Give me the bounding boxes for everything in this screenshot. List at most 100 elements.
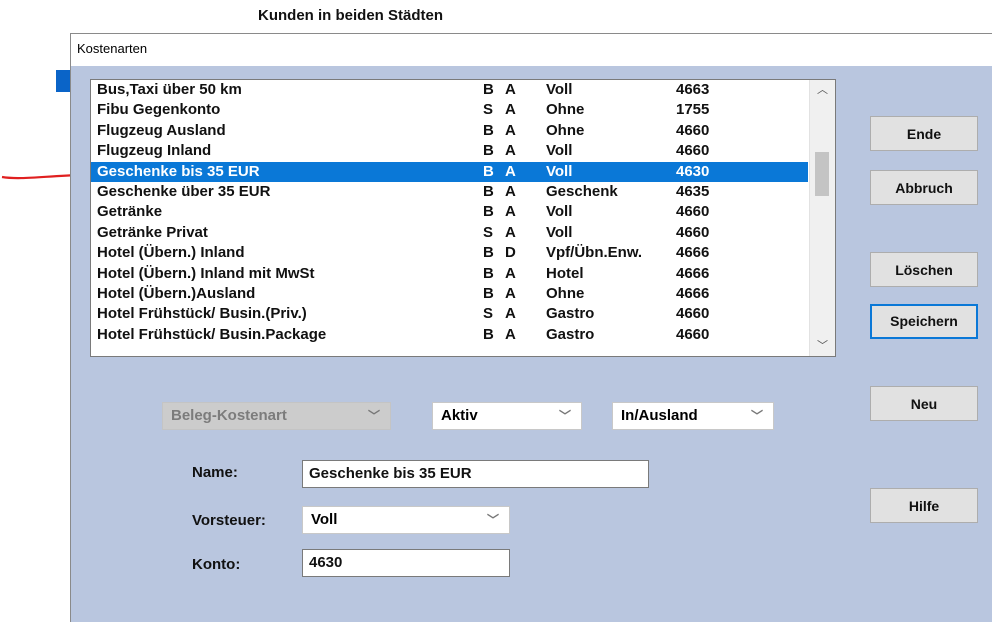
name-input[interactable]: Geschenke bis 35 EUR <box>302 460 649 488</box>
belegart-dropdown: Beleg-Kostenart ﹀ <box>162 402 391 430</box>
list-cell-k: 4660 <box>676 305 710 323</box>
list-cell-t: B <box>483 121 494 139</box>
list-item[interactable]: Getränke B A Voll 4660 <box>91 202 808 222</box>
list-cell-k: 4660 <box>676 223 710 241</box>
chevron-down-icon: ﹀ <box>486 513 499 527</box>
list-cell-t: B <box>483 264 494 282</box>
chevron-down-icon: ﹀ <box>367 409 380 423</box>
list-cell-name: Fibu Gegenkonto <box>97 101 221 119</box>
chevron-down-icon: ﹀ <box>558 409 571 423</box>
list-cell-t: S <box>483 101 494 119</box>
list-cell-s: A <box>505 305 516 323</box>
list-cell-v: Voll <box>546 162 573 180</box>
list-cell-t: S <box>483 223 494 241</box>
list-cell-v: Ohne <box>546 121 585 139</box>
list-cell-v: Voll <box>546 142 573 160</box>
name-label: Name: <box>192 464 238 481</box>
list-cell-k: 4666 <box>676 285 710 302</box>
region-dropdown[interactable]: In/Ausland ﹀ <box>612 402 774 430</box>
list-cell-v: Vpf/Übn.Enw. <box>546 244 643 262</box>
list-cell-name: Bus,Taxi über 50 km <box>97 81 242 98</box>
background-blue-tab <box>56 70 70 92</box>
list-item[interactable]: Hotel Frühstück/ Busin.(Priv.) S A Gastro 46… <box>91 304 808 324</box>
list-cell-k: 4660 <box>676 203 710 221</box>
list-item[interactable]: Hotel (Übern.) Inland B D Vpf/Übn.Enw. 4666 <box>91 243 808 263</box>
list-cell-v: Voll <box>546 223 573 241</box>
list-cell-k: 4630 <box>676 162 710 180</box>
ende-button[interactable]: Ende <box>870 116 978 151</box>
list-cell-k: 1755 <box>676 101 710 119</box>
status-value: Aktiv <box>441 407 478 424</box>
background-title: Kunden in beiden Städten <box>258 7 444 24</box>
konto-input[interactable]: 4630 <box>302 549 510 577</box>
list-cell-k: 4635 <box>676 183 710 200</box>
list-cell-k: 4666 <box>676 264 710 282</box>
list-cell-t: B <box>483 142 494 160</box>
list-cell-s: A <box>505 223 516 241</box>
list-cell-v: Ohne <box>546 285 585 302</box>
list-cell-s: A <box>505 162 516 180</box>
list-cell-k: 4666 <box>676 244 710 262</box>
list-cell-s: A <box>505 264 516 282</box>
vorsteuer-dropdown[interactable]: Voll ﹀ <box>302 506 510 534</box>
list-cell-t: B <box>483 325 494 343</box>
hilfe-button[interactable]: Hilfe <box>870 488 978 523</box>
list-cell-name: Getränke Privat <box>97 223 208 241</box>
list-cell-name: Hotel Frühstück/ Busin.Package <box>97 325 327 343</box>
list-item[interactable]: Fibu Gegenkonto S A Ohne 1755 <box>91 100 808 120</box>
list-cell-name: Flugzeug Ausland <box>97 121 226 139</box>
status-dropdown[interactable]: Aktiv ﹀ <box>432 402 582 430</box>
list-cell-k: 4660 <box>676 121 710 139</box>
list-item[interactable]: Bus,Taxi über 50 km B A Voll 4663 <box>91 80 808 100</box>
list-item[interactable]: Flugzeug Inland B A Voll 4660 <box>91 141 808 161</box>
list-cell-name: Hotel Frühstück/ Busin.(Priv.) <box>97 305 307 323</box>
list-cell-t: B <box>483 285 494 302</box>
list-cell-s: A <box>505 203 516 221</box>
list-item[interactable]: Getränke Privat S A Voll 4660 <box>91 223 808 243</box>
konto-label: Konto: <box>192 556 241 573</box>
abbruch-button[interactable]: Abbruch <box>870 170 978 205</box>
list-cell-v: Gastro <box>546 305 595 323</box>
vorsteuer-value: Voll <box>311 511 338 528</box>
list-cell-name: Getränke <box>97 203 163 221</box>
list-cell-s: A <box>505 183 516 200</box>
list-item[interactable]: Hotel Frühstück/ Busin.Package B A Gastro 46… <box>91 325 808 345</box>
list-cell-v: Gastro <box>546 325 595 343</box>
list-cell-s: A <box>505 81 516 98</box>
list-item[interactable]: Hotel (Übern.) Inland mit MwSt B A Hotel 466… <box>91 264 808 284</box>
loeschen-button[interactable]: Löschen <box>870 252 978 287</box>
scrollbar-thumb[interactable] <box>815 152 829 196</box>
region-value: In/Ausland <box>621 407 698 424</box>
list-cell-t: B <box>483 162 494 180</box>
list-cell-name: Hotel (Übern.) Inland mit MwSt <box>97 264 315 282</box>
list-cell-name: Hotel (Übern.) Inland <box>97 244 245 262</box>
belegart-value: Beleg-Kostenart <box>171 407 287 424</box>
list-cell-t: S <box>483 305 494 323</box>
neu-button[interactable]: Neu <box>870 386 978 421</box>
list-cell-t: B <box>483 81 494 98</box>
list-cell-s: A <box>505 101 516 119</box>
speichern-button[interactable]: Speichern <box>870 304 978 339</box>
list-cell-t: B <box>483 244 494 262</box>
vorsteuer-label: Vorsteuer: <box>192 512 266 529</box>
list-cell-s: D <box>505 244 516 262</box>
list-item[interactable]: Flugzeug Ausland B A Ohne 4660 <box>91 121 808 141</box>
list-cell-s: A <box>505 285 516 302</box>
list-cell-k: 4660 <box>676 142 710 160</box>
window-title: Kostenarten <box>77 41 148 56</box>
list-cell-t: B <box>483 183 494 200</box>
list-scrollbar[interactable]: ︿ ﹀ <box>809 80 835 356</box>
scroll-down-icon[interactable]: ﹀ <box>810 336 835 356</box>
list-cell-v: Voll <box>546 81 573 98</box>
list-item[interactable]: Geschenke bis 35 EUR B A Voll 4630 <box>91 161 808 182</box>
list-cell-s: A <box>505 142 516 160</box>
list-item[interactable]: Geschenke über 35 EUR B A Geschenk 4635 <box>91 182 808 202</box>
scroll-up-icon[interactable]: ︿ <box>810 80 835 100</box>
list-cell-k: 4660 <box>676 325 710 343</box>
list-item[interactable]: Hotel (Übern.)Ausland B A Ohne 4666 <box>91 284 808 304</box>
list-cell-name: Flugzeug Inland <box>97 142 212 160</box>
kostenarten-list[interactable]: Bus,Taxi über 50 km B A Voll 4663 Fibu Gegenk… <box>90 79 836 357</box>
list-cell-v: Geschenk <box>546 183 618 200</box>
chevron-down-icon: ﹀ <box>750 409 763 423</box>
list-cell-name: Geschenke bis 35 EUR <box>97 162 260 180</box>
